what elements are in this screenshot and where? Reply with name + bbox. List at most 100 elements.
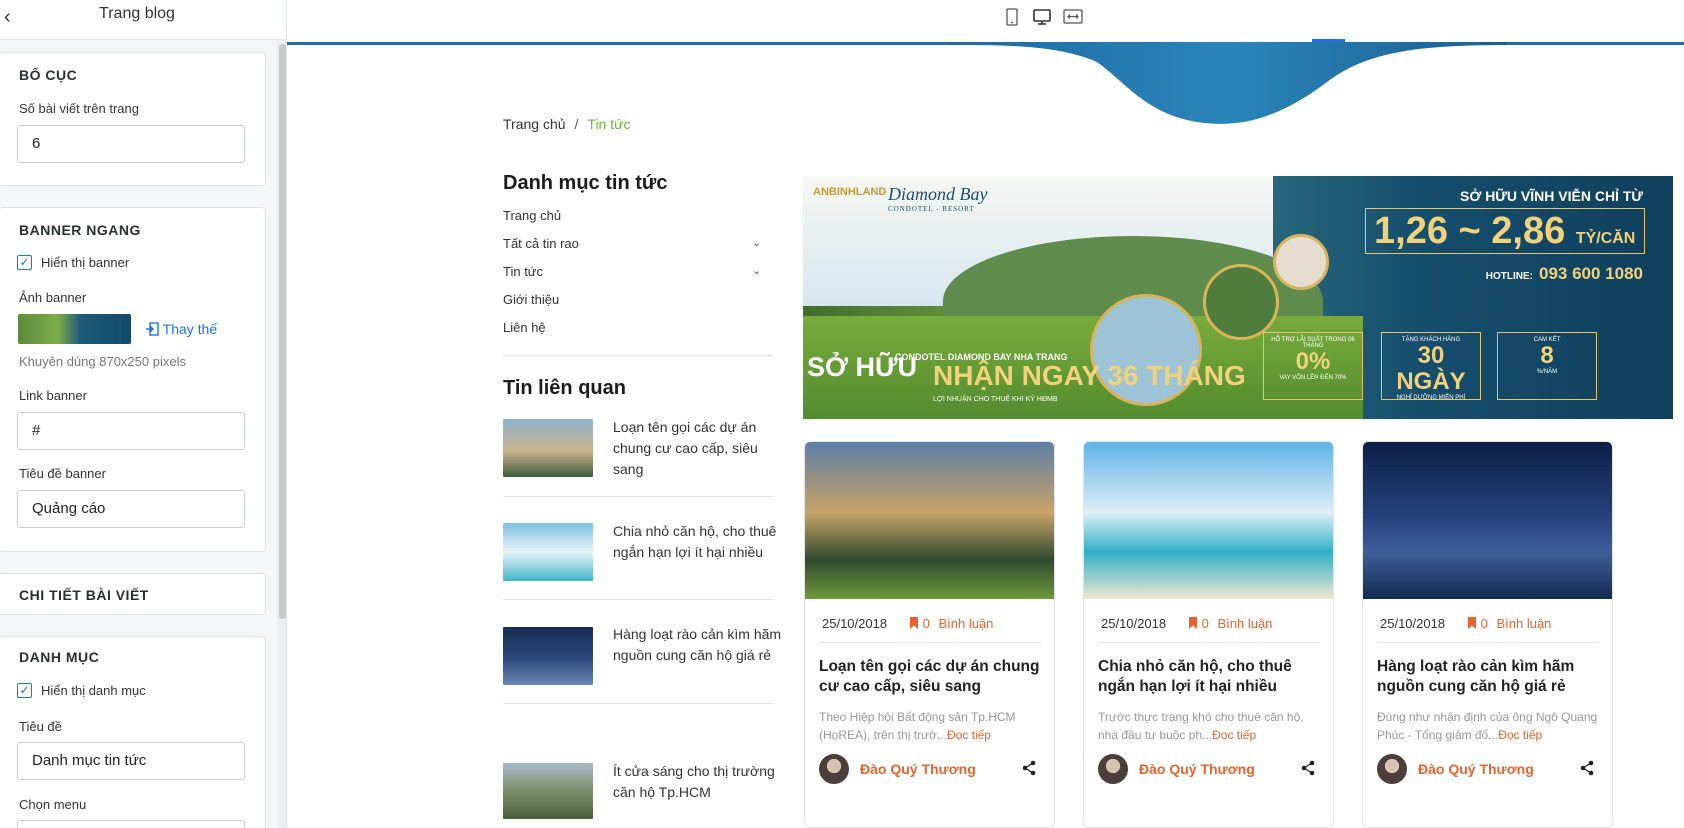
banner-price: 1,26 ~ 2,86 TỶ/CĂN	[1365, 208, 1645, 254]
choose-menu-select[interactable]	[17, 820, 245, 828]
post-card[interactable]: 25/10/2018 0 Bình luận Chia nhỏ căn hộ, …	[1083, 441, 1334, 828]
device-toolbar	[287, 0, 1684, 42]
category-title-input[interactable]: Danh mục tin tức	[17, 742, 245, 780]
banner-hotline-number: 093 600 1080	[1539, 264, 1643, 283]
replace-label: Thay thế	[162, 321, 218, 337]
posts-per-page-label: Số bài viết trên trang	[19, 101, 139, 116]
banner-months-sub: LỢI NHUẬN CHO THUÊ KHI KÝ HĐMB	[933, 396, 1058, 403]
banner-thumbnail[interactable]	[18, 314, 131, 344]
post-comments[interactable]: 0 Bình luận	[1188, 616, 1272, 631]
posts-per-page-input[interactable]: 6	[17, 125, 245, 163]
bookmark-icon	[910, 617, 918, 629]
post-title[interactable]: Hàng loạt rào cản kìm hãm nguồn cung căn…	[1377, 657, 1602, 697]
divider	[1098, 642, 1320, 643]
breadcrumb: Trang chủ / Tin tức	[503, 116, 631, 132]
related-thumbnail[interactable]	[503, 523, 593, 581]
mobile-icon[interactable]	[1001, 6, 1023, 28]
related-title[interactable]: Chia nhỏ căn hộ, cho thuê ngắn hạn lợi í…	[613, 521, 783, 563]
show-category-checkbox[interactable]: ✓	[17, 683, 32, 698]
menu-item-about[interactable]: Giới thiệu	[503, 292, 559, 307]
layout-card: BỐ CỤC Số bài viết trên trang 6	[0, 52, 266, 186]
banner-months: NHẬN NGAY 36 THÁNG	[933, 360, 1246, 391]
read-more-link[interactable]: Đọc tiếp	[947, 728, 991, 742]
comment-label: Bình luận	[1217, 616, 1273, 631]
sidebar-scrollbar[interactable]	[279, 44, 286, 619]
comment-label: Bình luận	[938, 616, 994, 631]
breadcrumb-home[interactable]: Trang chủ	[503, 116, 566, 132]
post-comments[interactable]: 0 Bình luận	[1467, 616, 1551, 631]
divider	[503, 703, 773, 704]
chevron-down-icon[interactable]: ⌄	[752, 236, 761, 249]
post-detail-heading: CHI TIẾT BÀI VIẾT	[19, 587, 149, 603]
post-detail-card[interactable]: CHI TIẾT BÀI VIẾT	[0, 573, 266, 615]
banner-title-input[interactable]: Quảng cáo	[17, 490, 245, 528]
comment-count: 0	[922, 616, 930, 631]
bookmark-icon	[1189, 617, 1197, 629]
banner-title-label: Tiêu đề banner	[19, 466, 106, 481]
read-more-link[interactable]: Đọc tiếp	[1498, 728, 1542, 742]
replace-icon	[146, 322, 159, 336]
replace-banner-button[interactable]: Thay thế	[145, 321, 217, 337]
menu-item-all-listings[interactable]: Tất cả tin rao	[503, 236, 579, 251]
show-banner-checkbox[interactable]: ✓	[17, 255, 32, 270]
divider	[819, 642, 1041, 643]
post-author[interactable]: Đào Quý Thương	[1418, 761, 1534, 777]
show-banner-label: Hiển thị banner	[41, 255, 130, 270]
post-image[interactable]	[805, 442, 1054, 599]
banner-headline: SỞ HỮU VĨNH VIỄN CHỈ TỪ	[1460, 188, 1643, 204]
post-title[interactable]: Loạn tên gọi các dự án chung cư cao cấp,…	[819, 657, 1044, 697]
theme-editor: ‹ Trang blog BỐ CỤC Số bài viết trên tra…	[0, 0, 1684, 828]
category-widget-title: Danh mục tin tức	[503, 172, 668, 194]
hero-wave	[947, 42, 1507, 124]
horizontal-banner[interactable]: ANBINHLAND Diamond Bay CONDOTEL - RESORT …	[803, 176, 1673, 419]
related-title[interactable]: Ít cửa sáng cho thị trường căn hộ Tp.HCM	[613, 761, 783, 803]
share-icon[interactable]	[1579, 760, 1595, 776]
sidebar-title: Trang blog	[99, 5, 175, 22]
banner-image-label: Ảnh banner	[19, 290, 87, 305]
related-title[interactable]: Loạn tên gọi các dự án chung cư cao cấp,…	[613, 417, 783, 480]
post-author[interactable]: Đào Quý Thương	[1139, 761, 1255, 777]
menu-item-news[interactable]: Tin tức	[503, 264, 543, 279]
banner-box-interest: HỖ TRỢ LÃI SUẤT TRONG 06 THÁNG 0% VAY VỐ…	[1263, 332, 1363, 400]
share-icon[interactable]	[1300, 760, 1316, 776]
comment-count: 0	[1201, 616, 1209, 631]
post-image[interactable]	[1084, 442, 1333, 599]
choose-menu-label: Chọn menu	[19, 797, 87, 812]
comment-count: 0	[1480, 616, 1488, 631]
avatar	[819, 754, 849, 784]
related-thumbnail[interactable]	[503, 419, 593, 477]
banner-photo-circle	[1203, 264, 1279, 340]
read-more-link[interactable]: Đọc tiếp	[1212, 728, 1256, 742]
box-bottom: VAY VỐN LÊN ĐẾN 70%	[1279, 375, 1347, 381]
show-category-label: Hiển thị danh mục	[41, 683, 146, 698]
related-title[interactable]: Hàng loạt rào cản kìm hãm nguồn cung căn…	[613, 624, 783, 666]
category-card: DANH MỤC ✓ Hiển thị danh mục Tiêu đề Dan…	[0, 636, 266, 828]
post-title[interactable]: Chia nhỏ căn hộ, cho thuê ngắn hạn lợi í…	[1098, 657, 1323, 697]
banner-link-input[interactable]: #	[17, 412, 245, 450]
post-date: 25/10/2018	[822, 616, 888, 631]
post-date: 25/10/2018	[1101, 616, 1167, 631]
excerpt-text: Đúng như nhận định của ông Ngô Quang Phú…	[1377, 710, 1598, 742]
post-image[interactable]	[1363, 442, 1612, 599]
banner-logo-anbinhland: ANBINHLAND	[813, 186, 887, 198]
box-big: 0%	[1295, 348, 1331, 375]
post-card[interactable]: 25/10/2018 0 Bình luận Loạn tên gọi các …	[804, 441, 1055, 828]
chevron-down-icon[interactable]: ⌄	[752, 264, 761, 277]
box-bottom: %/NĂM	[1536, 369, 1558, 375]
desktop-icon[interactable]	[1031, 6, 1053, 28]
post-excerpt: Đúng như nhận định của ông Ngô Quang Phú…	[1377, 708, 1605, 744]
fullwidth-icon[interactable]	[1062, 6, 1084, 28]
sidebar-header: ‹ Trang blog	[0, 0, 286, 40]
menu-item-contact[interactable]: Liên hệ	[503, 320, 546, 335]
post-card[interactable]: 25/10/2018 0 Bình luận Hàng loạt rào cản…	[1362, 441, 1613, 828]
banner-logo-sub: CONDOTEL - RESORT	[888, 205, 975, 213]
post-author[interactable]: Đào Quý Thương	[860, 761, 976, 777]
related-thumbnail[interactable]	[503, 627, 593, 685]
bookmark-icon	[1468, 617, 1476, 629]
banner-hotline-label: HOTLINE:	[1485, 271, 1533, 282]
share-icon[interactable]	[1021, 760, 1037, 776]
menu-item-home[interactable]: Trang chủ	[503, 208, 561, 223]
post-comments[interactable]: 0 Bình luận	[909, 616, 993, 631]
related-thumbnail[interactable]	[503, 763, 593, 819]
avatar	[1377, 754, 1407, 784]
